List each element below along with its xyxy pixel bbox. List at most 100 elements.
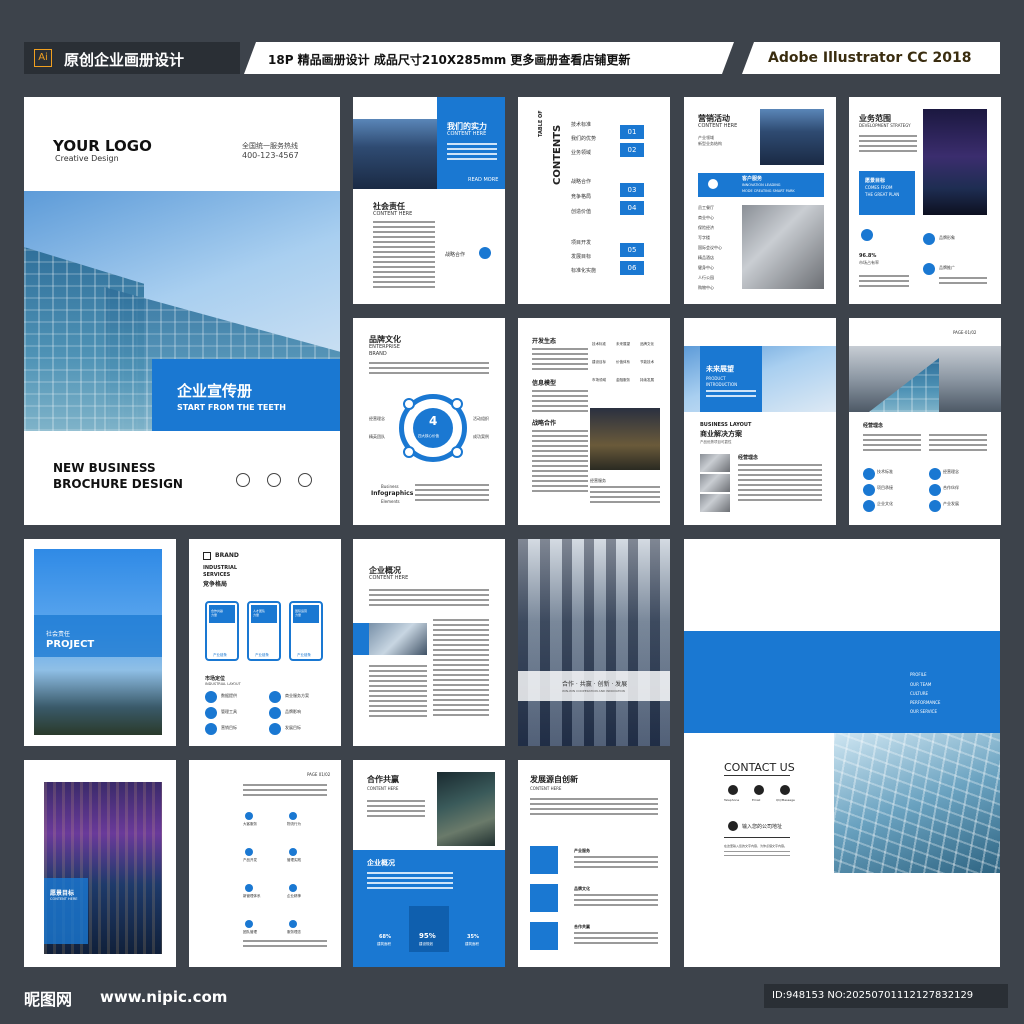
list-item: 保险经济 [698, 225, 714, 230]
winwin-sub: CONTENT HERE [367, 786, 399, 791]
stat-value: 68% [379, 934, 391, 940]
cooperation-page: 合作 · 共赢 · 创新 · 发展 WIN-WIN COOPERATION AN… [518, 539, 670, 746]
menu-item[interactable]: OUR TEAM [910, 682, 931, 687]
search-icon [403, 446, 415, 458]
contact-label: QQ/Message [776, 798, 795, 802]
menu-item[interactable]: PROFILE [910, 672, 927, 677]
innovation-item: 品牌文化 [574, 886, 590, 891]
index-item: 服务理念 [287, 930, 301, 934]
contents-page: TABLE OF CONTENTS 技术标准 我们的优势 业务领域 战略合作 竞… [518, 97, 670, 304]
service-sub: INNOVATION LEADING [742, 183, 781, 187]
grid-item: 建设目标 [592, 360, 606, 364]
location-icon [236, 473, 250, 487]
card-tag: 产业链条 [255, 653, 269, 657]
card-label: 人才团队 力量 [253, 609, 266, 617]
overview-band-title: 企业概况 [367, 859, 395, 867]
network-icon [706, 177, 720, 191]
mail-icon [754, 785, 764, 795]
market-share-label: 市场占有率 [859, 260, 879, 265]
operation-page: PAGE-01/02 经营理念 技术标准 经营理念 项目承接 合作伙伴 企业文化… [849, 318, 1001, 525]
card-label: 合作共赢 力量 [211, 609, 224, 617]
brand-culture-page: 品牌文化 ENTERPRISE BRAND 4 四大核心价值 经营理念 精英团队… [353, 318, 505, 525]
contents-item[interactable]: 竞争格局 [571, 193, 591, 200]
ecology-title: 信息模型 [532, 380, 557, 387]
market-item: 数据提供 [221, 693, 237, 698]
service-sub: MODE CREATING SMART PARK [742, 189, 795, 193]
service-icon [530, 846, 558, 874]
project-cn: 社会责任 [46, 631, 71, 638]
list-item: 商业中心 [698, 215, 714, 220]
competition-page: BRAND INDUSTRIAL SERVICES 竞争格局 合作共赢 力量 人… [189, 539, 341, 746]
brand-hex-icon [203, 552, 211, 560]
contents-item[interactable]: 技术标准 [571, 121, 591, 128]
innovation-sub: CONTENT HERE [530, 786, 562, 791]
list-item: 人行公园 [698, 275, 714, 280]
value-item: 精英团队 [369, 434, 385, 439]
contents-num: 02 [620, 143, 644, 157]
contact-label: Email [752, 798, 761, 802]
contents-item[interactable]: 我们的优势 [571, 135, 596, 142]
contents-num: 01 [620, 125, 644, 139]
market-share-value: 96.8% [859, 253, 877, 259]
innovation-page: 发展源自创新 CONTENT HERE 产业服务 品牌文化 合作共赢 [518, 760, 670, 967]
vision-cn: 愿景目标 [50, 890, 75, 897]
cover-logo-sub: Creative Design [55, 154, 119, 163]
market-item: 管理工具 [221, 709, 237, 714]
ecology-page: 开发生态 信息模型 战略合作 技术标准 未来展望 品牌文化 建设目标 价值体系 … [518, 318, 670, 525]
index-item: 团队管理 [243, 930, 257, 934]
target-icon [530, 922, 558, 950]
arrow-icon [451, 398, 463, 410]
meeting-photo [369, 623, 427, 655]
stat-value: 35% [467, 934, 479, 940]
ecology-title: 战略合作 [532, 420, 557, 427]
read-more-link[interactable]: READ MORE [468, 177, 498, 183]
list-item: 购物中心 [698, 285, 714, 290]
future-sub: PRODUCT [706, 376, 726, 381]
paper-plane-icon [298, 473, 312, 487]
footer-url[interactable]: www.nipic.com [100, 988, 227, 1006]
menu-item[interactable]: PERFORMANCE [910, 700, 940, 705]
infographics-label: Infographics [371, 490, 414, 497]
grid-item: 技术标准 [592, 342, 606, 346]
contents-item[interactable]: 业务领域 [571, 149, 591, 156]
value-item: 经营理念 [369, 416, 385, 421]
operation-item: 企业文化 [877, 501, 893, 506]
contents-item[interactable]: 创造价值 [571, 208, 591, 215]
list-item: 精品酒店 [698, 255, 714, 260]
contents-item[interactable]: 标准化实施 [571, 267, 596, 274]
market-item: 营销目标 [221, 725, 237, 730]
scope-sub: DEVELOPMENT STRATEGY [859, 123, 911, 128]
grid-item: 持续发展 [640, 378, 654, 382]
menu-item[interactable]: CULTURE [910, 691, 928, 696]
index-item: 大客服务 [243, 822, 257, 826]
phone-icon [728, 785, 738, 795]
competition-title: 竞争格局 [203, 581, 228, 588]
cover-bottom-2: BROCHURE DESIGN [53, 477, 183, 491]
office-photo [742, 205, 824, 289]
snowflake-icon [861, 229, 873, 241]
market-item: 品牌影响 [285, 709, 301, 714]
card-tag: 产业链条 [297, 653, 311, 657]
contents-item[interactable]: 战略合作 [571, 178, 591, 185]
contents-item[interactable]: 发展目标 [571, 253, 591, 260]
page-number: PAGE 01/02 [307, 772, 331, 777]
ai-badge: Ai [34, 49, 52, 67]
strength-photo [353, 119, 437, 189]
contact-label: Telephone [724, 798, 740, 802]
operation-item: 项目承接 [877, 485, 893, 490]
tower-photo [923, 109, 987, 215]
address: 输入您的公司地址 [742, 824, 783, 830]
layout-title-cn: 商业解决方案 [700, 430, 742, 438]
glass-facade-photo [834, 733, 1000, 873]
cooperation-sub: WIN-WIN COOPERATION AND INNOVATION [562, 689, 625, 693]
vision-title: 愿景目标 [865, 178, 886, 184]
operation-item: 技术标准 [877, 469, 893, 474]
infographics-label: Business [381, 484, 399, 489]
index-item: 产品开发 [243, 858, 257, 862]
highway-photo [760, 109, 824, 165]
footer-brand: 昵图网 [24, 990, 73, 1009]
industrial-label: SERVICES [203, 572, 231, 578]
contents-item[interactable]: 项目开发 [571, 239, 591, 246]
responsibility-sub: CONTENT HERE [373, 211, 413, 217]
menu-item[interactable]: OUR SERVICE [910, 709, 937, 714]
